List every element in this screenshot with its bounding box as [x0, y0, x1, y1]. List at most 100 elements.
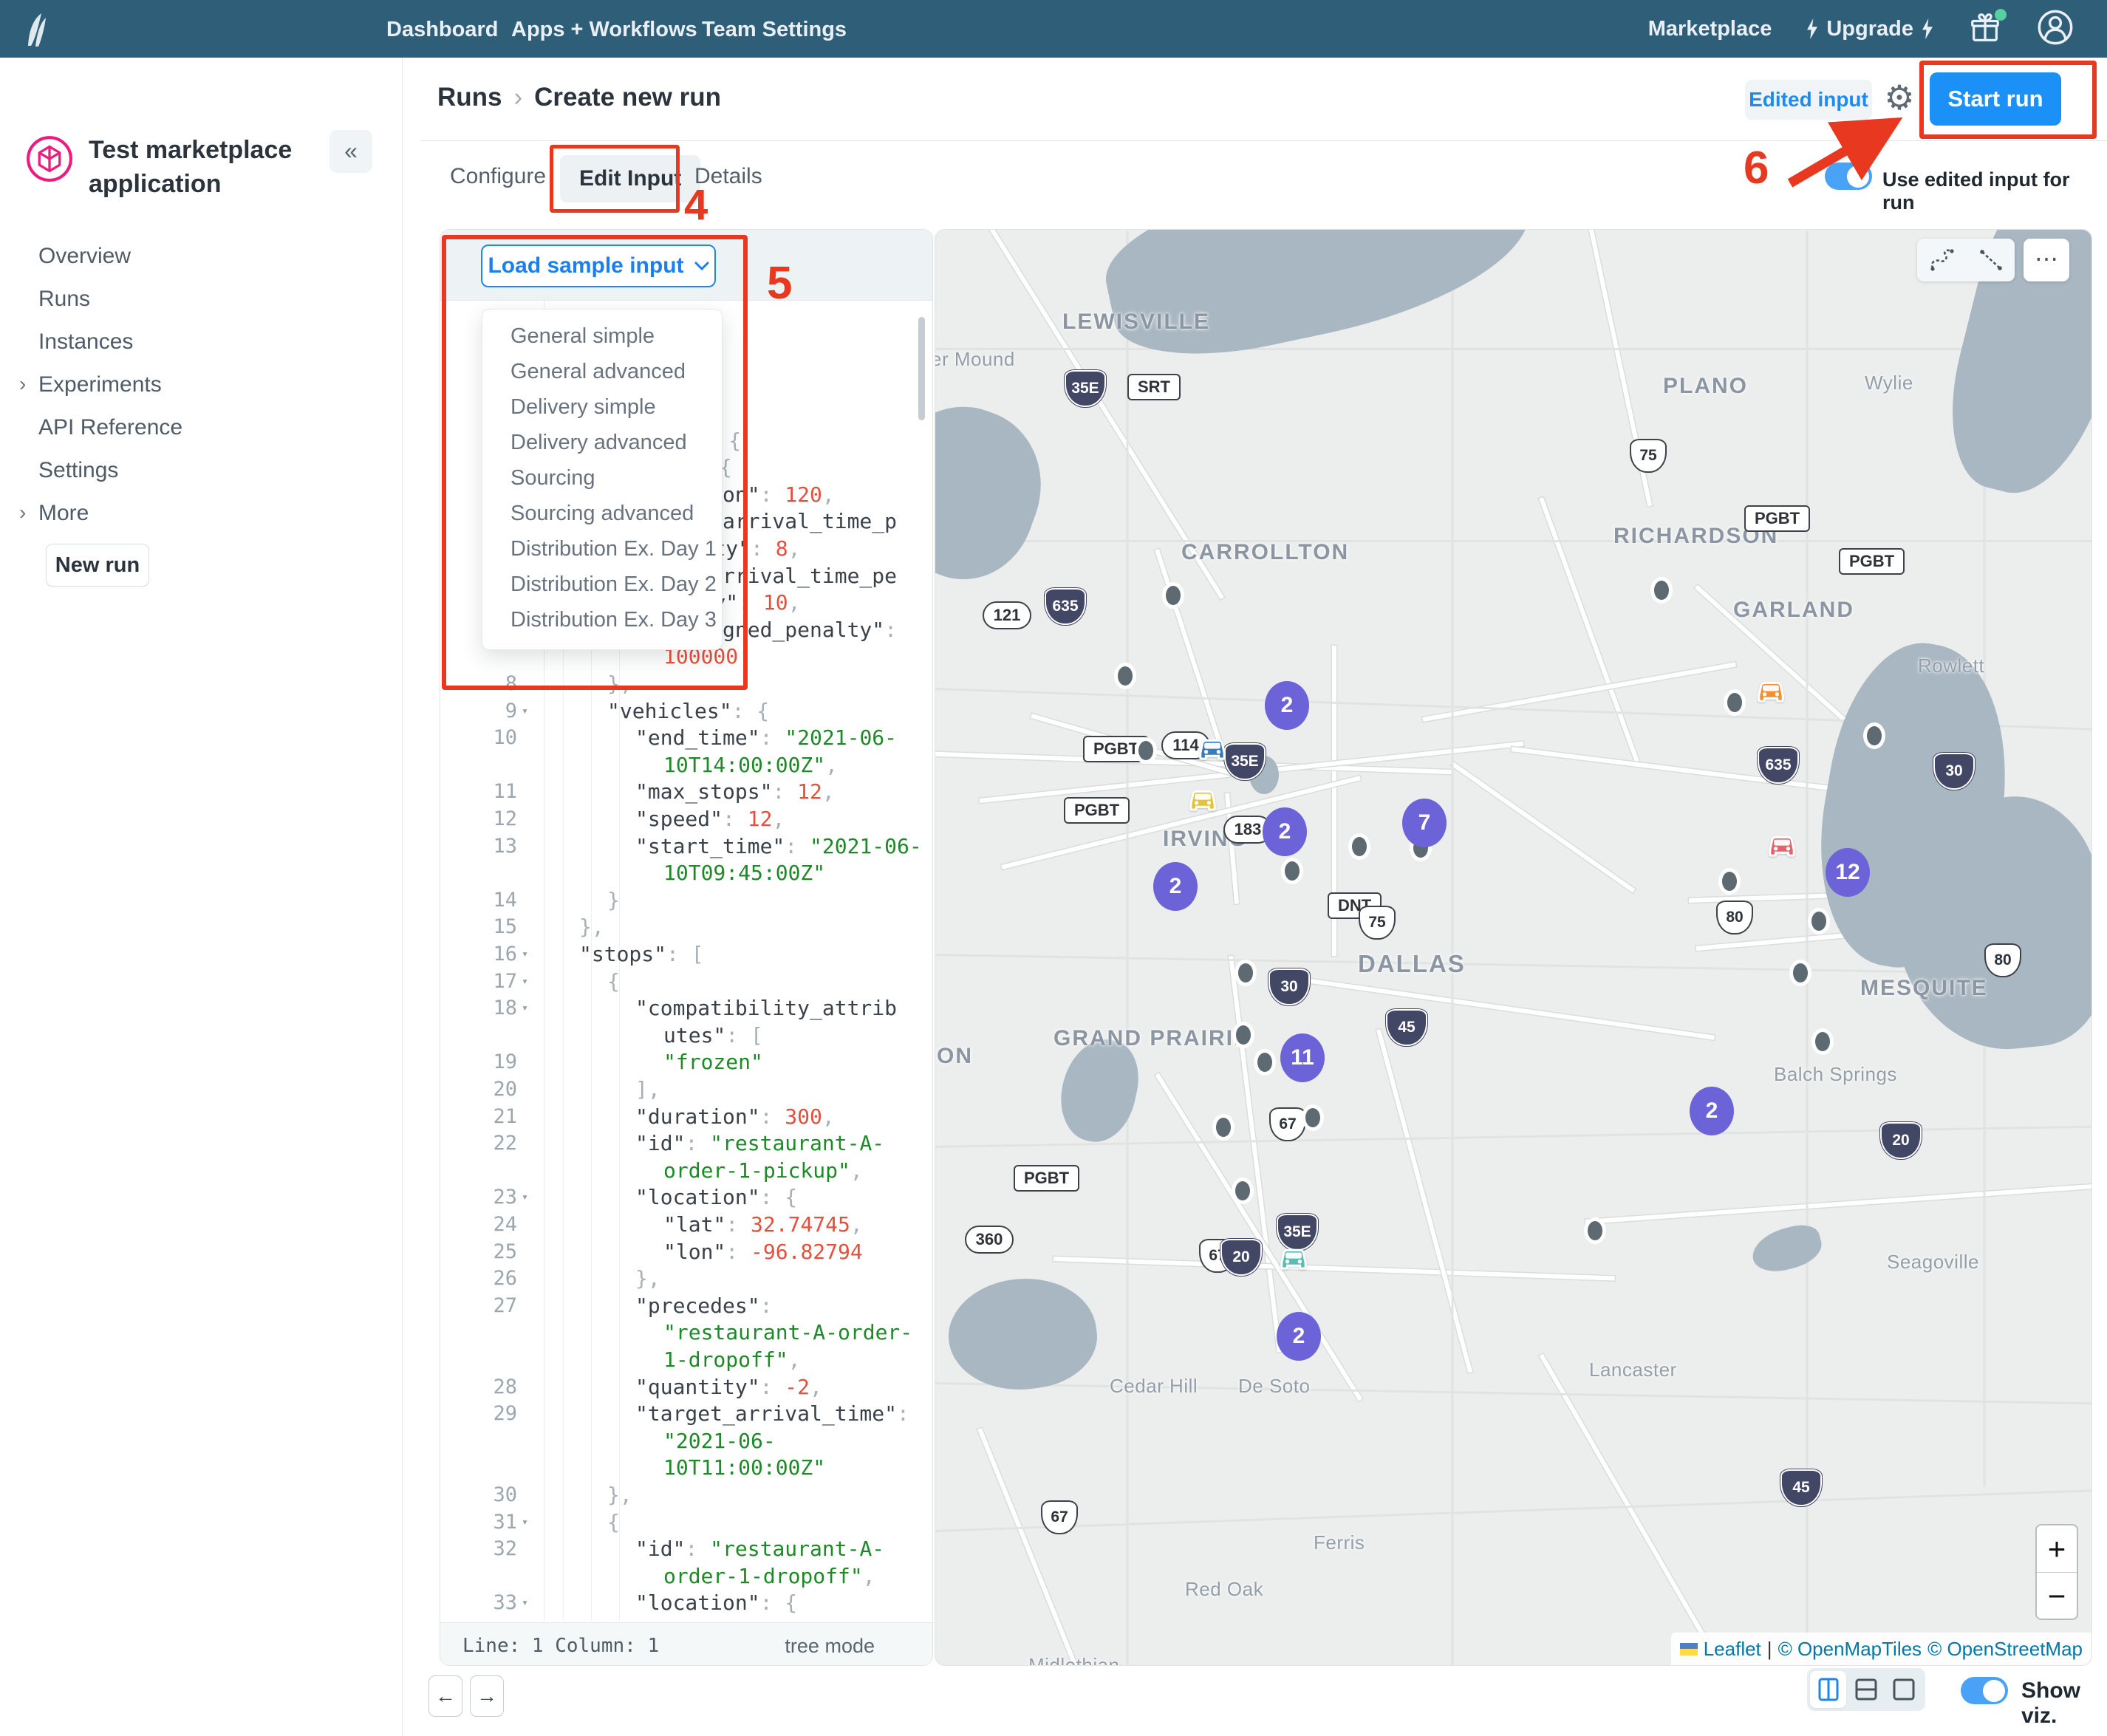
stop-marker[interactable]: [1232, 1022, 1254, 1048]
stop-marker[interactable]: [1302, 1104, 1324, 1131]
fold-arrow-icon[interactable]: ▾: [522, 1589, 528, 1616]
fold-arrow-icon[interactable]: ▾: [522, 994, 528, 1022]
stop-marker[interactable]: [1348, 833, 1370, 860]
stop-marker[interactable]: [1789, 960, 1811, 986]
menu-item-general-simple[interactable]: General simple: [482, 318, 722, 354]
menu-item-distribution-ex-day-3[interactable]: Distribution Ex. Day 3: [482, 602, 722, 638]
cluster-marker-2[interactable]: 2: [1690, 1087, 1734, 1135]
sidebar-item-overview[interactable]: Overview: [38, 244, 131, 269]
vehicle-yellow-icon[interactable]: [1186, 781, 1220, 816]
menu-item-delivery-simple[interactable]: Delivery simple: [482, 389, 722, 425]
status-tree-mode[interactable]: tree mode: [785, 1635, 875, 1658]
sidebar-item-experiments[interactable]: ›Experiments: [38, 372, 162, 397]
cluster-marker-2[interactable]: 2: [1263, 807, 1307, 856]
menu-item-general-advanced[interactable]: General advanced: [482, 354, 722, 389]
nav-team-settings[interactable]: Team Settings: [702, 18, 847, 42]
stop-marker[interactable]: [1212, 1114, 1235, 1141]
menu-item-delivery-advanced[interactable]: Delivery advanced: [482, 425, 722, 460]
map-road: [977, 1428, 1103, 1666]
map-road: [1054, 1257, 1615, 1281]
cluster-marker-11[interactable]: 11: [1280, 1033, 1325, 1082]
breadcrumb-runs[interactable]: Runs: [437, 83, 502, 112]
nav-apps-workflows[interactable]: Apps + Workflows: [511, 18, 697, 42]
zoom-out-button[interactable]: −: [2037, 1573, 2077, 1619]
load-sample-input-button[interactable]: Load sample input: [481, 245, 716, 287]
user-avatar-icon[interactable]: [2036, 8, 2074, 50]
stop-marker[interactable]: [1114, 663, 1136, 689]
stop-marker[interactable]: [1135, 737, 1157, 764]
map-route-tools-button[interactable]: [1917, 239, 2015, 281]
nav-dashboard[interactable]: Dashboard: [386, 18, 498, 42]
openmaptiles-link[interactable]: © OpenMapTiles: [1778, 1638, 1922, 1661]
chevron-right-icon: ›: [19, 501, 26, 524]
line-number: 9: [440, 697, 517, 725]
layout-split-horizontal-button[interactable]: [1848, 1671, 1884, 1708]
menu-item-distribution-ex-day-1[interactable]: Distribution Ex. Day 1: [482, 531, 722, 567]
line-number: 30: [440, 1481, 517, 1508]
layout-single-button[interactable]: [1886, 1671, 1922, 1708]
stop-marker[interactable]: [1584, 1217, 1606, 1244]
menu-item-distribution-ex-day-2[interactable]: Distribution Ex. Day 2: [482, 567, 722, 602]
prev-button[interactable]: ←: [428, 1675, 462, 1717]
cluster-marker-2[interactable]: 2: [1153, 862, 1198, 911]
sidebar-item-runs[interactable]: Runs: [38, 287, 90, 312]
line-number: 27: [440, 1292, 517, 1319]
zoom-in-button[interactable]: +: [2037, 1525, 2077, 1572]
use-edited-input-toggle[interactable]: [1825, 163, 1872, 190]
stop-marker[interactable]: [1232, 1178, 1254, 1204]
page-title: Create new run: [534, 83, 721, 112]
nextmv-logo-icon[interactable]: [19, 12, 53, 51]
nav-upgrade[interactable]: Upgrade: [1806, 17, 1934, 41]
next-button[interactable]: →: [470, 1675, 504, 1717]
menu-item-sourcing[interactable]: Sourcing: [482, 460, 722, 496]
stop-marker[interactable]: [1254, 1049, 1276, 1076]
stop-marker[interactable]: [1281, 858, 1303, 884]
cluster-marker-2[interactable]: 2: [1265, 681, 1309, 730]
fold-arrow-icon[interactable]: ▾: [522, 1508, 528, 1536]
sidebar-item-more[interactable]: ›More: [38, 501, 89, 526]
map-road: [1376, 1029, 1472, 1373]
fold-arrow-icon[interactable]: ▾: [522, 940, 528, 968]
menu-item-sourcing-advanced[interactable]: Sourcing advanced: [482, 496, 722, 531]
editor-scrollbar[interactable]: [918, 317, 925, 420]
nav-marketplace[interactable]: Marketplace: [1648, 17, 1772, 41]
new-run-button[interactable]: New run: [46, 544, 149, 587]
tab-configure[interactable]: Configure: [450, 164, 546, 189]
show-viz-toggle[interactable]: [1961, 1677, 2008, 1704]
sidebar-item-settings[interactable]: Settings: [38, 458, 118, 483]
cluster-marker-12[interactable]: 12: [1826, 848, 1870, 897]
layout-split-vertical-button[interactable]: [1810, 1671, 1846, 1708]
fold-arrow-icon[interactable]: ▾: [522, 968, 528, 995]
sidebar-item-instances[interactable]: Instances: [38, 329, 133, 355]
map-attribution: Leaflet | © OpenMapTiles © OpenStreetMap: [1671, 1633, 2091, 1665]
leaflet-link[interactable]: Leaflet: [1704, 1638, 1761, 1661]
sidebar-collapse-button[interactable]: «: [329, 130, 372, 173]
map[interactable]: LEWISVILLEer MoundCARROLLTONPLANOWylieRI…: [935, 229, 2092, 1666]
tab-edit-input[interactable]: Edit Input: [560, 155, 700, 202]
stop-marker[interactable]: [1650, 577, 1673, 604]
stop-marker[interactable]: [1863, 722, 1885, 749]
fold-arrow-icon[interactable]: ▾: [522, 1183, 528, 1211]
vehicle-blue-icon[interactable]: [1195, 730, 1229, 765]
gift-icon[interactable]: [1968, 12, 2002, 46]
stop-marker[interactable]: [1808, 908, 1830, 934]
edited-input-button[interactable]: Edited input: [1745, 80, 1872, 120]
gear-icon[interactable]: ⚙: [1879, 77, 1920, 118]
sidebar-item-api-reference[interactable]: API Reference: [38, 415, 182, 440]
cluster-marker-2[interactable]: 2: [1277, 1312, 1321, 1361]
stop-marker[interactable]: [1724, 689, 1746, 716]
vehicle-red-icon[interactable]: [1765, 827, 1799, 861]
map-road: [935, 348, 2092, 350]
fold-arrow-icon[interactable]: ▾: [522, 697, 528, 725]
stop-marker[interactable]: [1811, 1028, 1834, 1055]
stop-marker[interactable]: [1718, 868, 1741, 895]
openstreetmap-link[interactable]: © OpenStreetMap: [1927, 1638, 2083, 1661]
stop-marker[interactable]: [1162, 582, 1184, 609]
vehicle-orange-icon[interactable]: [1754, 672, 1788, 707]
map-more-options-button[interactable]: ⋯: [2024, 239, 2069, 281]
sidebar-item-label: Runs: [38, 287, 90, 311]
vehicle-teal-icon[interactable]: [1277, 1240, 1311, 1274]
stop-marker[interactable]: [1235, 960, 1257, 986]
start-run-button[interactable]: Start run: [1930, 72, 2061, 126]
cluster-marker-7[interactable]: 7: [1402, 799, 1447, 847]
